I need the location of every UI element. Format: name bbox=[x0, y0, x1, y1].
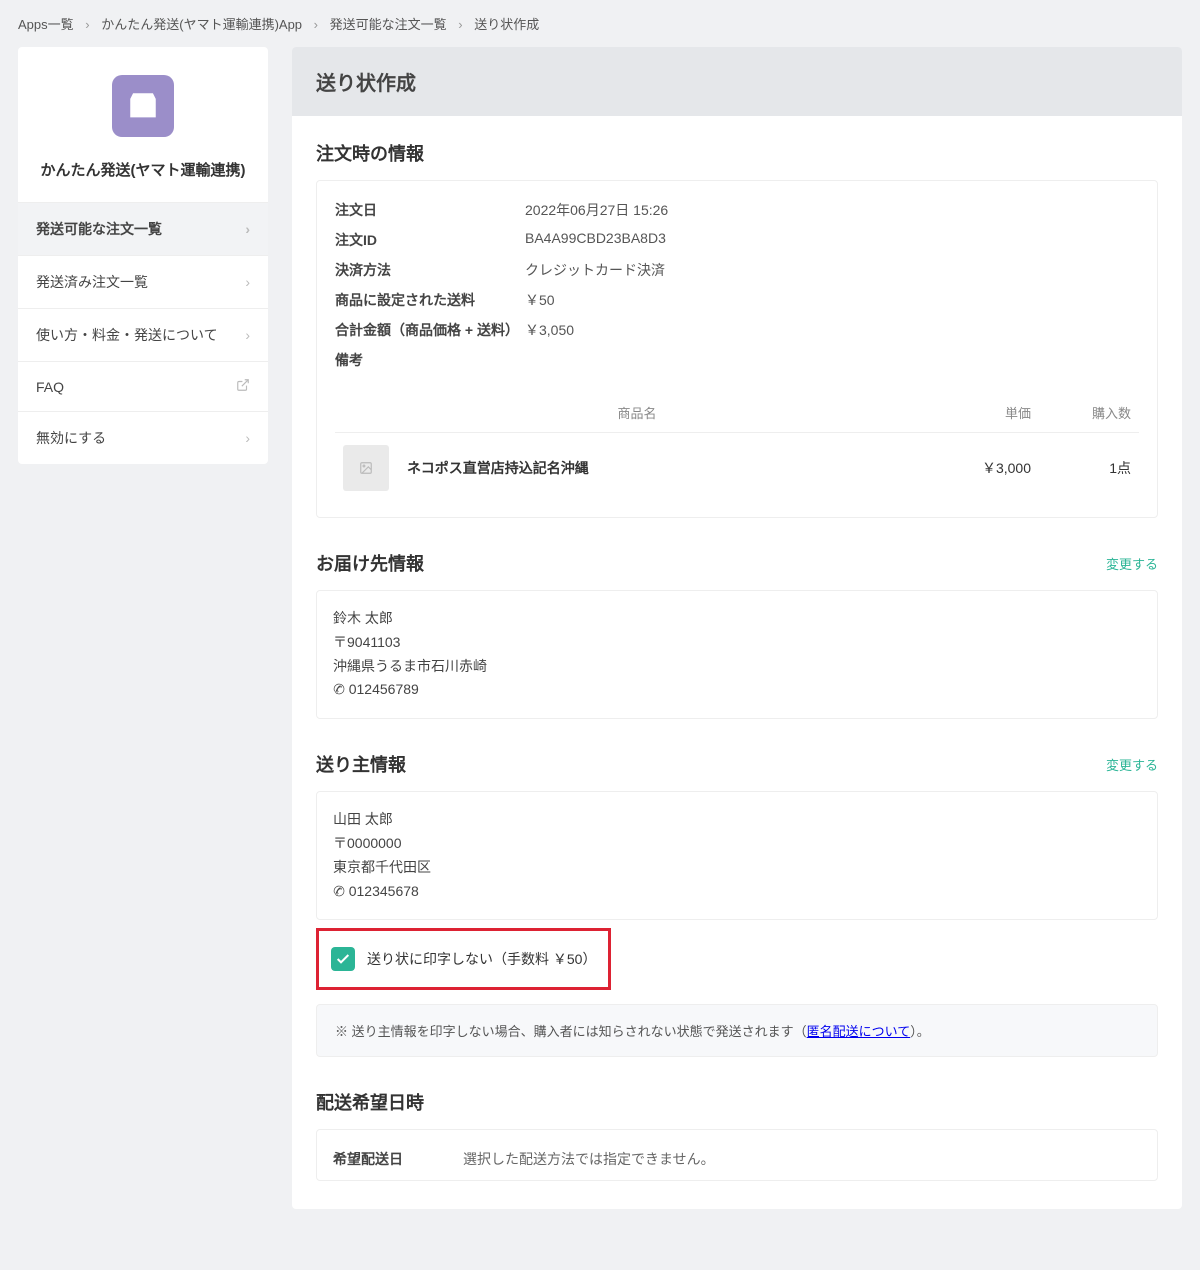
page-title: 送り状作成 bbox=[292, 47, 1182, 116]
product-table-header: 商品名 単価 購入数 bbox=[335, 393, 1139, 432]
order-info-section: 注文時の情報 注文日2022年06月27日 15:26 注文IDBA4A99CB… bbox=[292, 116, 1182, 526]
label: 注文日 bbox=[335, 200, 525, 220]
delivery-section: お届け先情報 変更する 鈴木 太郎 〒9041103 沖縄県うるま市石川赤崎 ✆… bbox=[292, 526, 1182, 727]
breadcrumb: Apps一覧 › かんたん発送(ヤマト運輸連携)App › 発送可能な注文一覧 … bbox=[0, 0, 1200, 47]
sender-title: 送り主情報 bbox=[316, 751, 406, 777]
sender-address: 山田 太郎 〒0000000 東京都千代田区 ✆012345678 bbox=[316, 791, 1158, 920]
delivery-address: 鈴木 太郎 〒9041103 沖縄県うるま市石川赤崎 ✆012456789 bbox=[316, 590, 1158, 719]
label: 商品に設定された送料 bbox=[335, 290, 525, 310]
sidebar-item-label: FAQ bbox=[36, 379, 64, 395]
label: 注文ID bbox=[335, 230, 525, 250]
postal-code: 〒9041103 bbox=[333, 631, 1141, 655]
product-qty: 1点 bbox=[1031, 458, 1131, 478]
chevron-right-icon: › bbox=[245, 327, 250, 343]
product-price: ￥3,000 bbox=[931, 458, 1031, 478]
chevron-right-icon: › bbox=[245, 430, 250, 446]
box-icon bbox=[112, 75, 174, 137]
sender-name: 山田 太郎 bbox=[333, 808, 1141, 832]
main-content: 送り状作成 注文時の情報 注文日2022年06月27日 15:26 注文IDBA… bbox=[292, 47, 1182, 1209]
breadcrumb-item[interactable]: 発送可能な注文一覧 bbox=[330, 17, 447, 32]
value: BA4A99CBD23BA8D3 bbox=[525, 230, 666, 250]
product-name: ネコポス直営店持込記名沖縄 bbox=[407, 458, 931, 478]
value: ￥3,050 bbox=[525, 320, 574, 340]
anonymous-shipping-checkbox-row[interactable]: 送り状に印字しない（手数料 ￥50） bbox=[327, 937, 600, 981]
sidebar-item-label: 発送済み注文一覧 bbox=[36, 272, 148, 292]
change-sender-link[interactable]: 変更する bbox=[1106, 755, 1158, 774]
phone-number: 012345678 bbox=[349, 883, 419, 899]
sidebar-item-label: 無効にする bbox=[36, 428, 106, 448]
address-line: 東京都千代田区 bbox=[333, 856, 1141, 880]
highlight-annotation: 送り状に印字しない（手数料 ￥50） bbox=[316, 928, 611, 990]
anonymous-note: ※ 送り主情報を印字しない場合、購入者には知らされない状態で発送されます（匿名配… bbox=[316, 1004, 1158, 1057]
chevron-right-icon: › bbox=[245, 274, 250, 290]
external-link-icon bbox=[236, 378, 250, 395]
delivery-date-title: 配送希望日時 bbox=[316, 1089, 424, 1115]
label: 備考 bbox=[335, 350, 525, 370]
phone-icon: ✆ bbox=[331, 677, 347, 703]
phone-icon: ✆ bbox=[331, 879, 347, 905]
value: 2022年06月27日 15:26 bbox=[525, 200, 668, 220]
app-logo bbox=[18, 47, 268, 149]
col-price: 単価 bbox=[931, 403, 1031, 422]
delivery-date-box: 希望配送日 選択した配送方法では指定できません。 bbox=[316, 1129, 1158, 1181]
sidebar-item-label: 発送可能な注文一覧 bbox=[36, 219, 162, 239]
note-end: ）。 bbox=[910, 1024, 930, 1039]
col-name: 商品名 bbox=[343, 403, 931, 422]
app-title: かんたん発送(ヤマト運輸連携) bbox=[18, 149, 268, 202]
chevron-right-icon: › bbox=[314, 17, 318, 32]
sidebar-item-shipped-orders[interactable]: 発送済み注文一覧 › bbox=[18, 255, 268, 308]
phone-number: 012456789 bbox=[349, 681, 419, 697]
col-qty: 購入数 bbox=[1031, 403, 1131, 422]
chevron-right-icon: › bbox=[458, 17, 462, 32]
order-info-title: 注文時の情報 bbox=[316, 140, 424, 166]
sidebar-item-usage[interactable]: 使い方・料金・発送について › bbox=[18, 308, 268, 361]
label: 希望配送日 bbox=[333, 1148, 463, 1172]
sender-section: 送り主情報 変更する 山田 太郎 〒0000000 東京都千代田区 ✆01234… bbox=[292, 727, 1182, 1065]
chevron-right-icon: › bbox=[85, 17, 89, 32]
value: 選択した配送方法では指定できません。 bbox=[463, 1148, 715, 1172]
postal-code: 〒0000000 bbox=[333, 832, 1141, 856]
product-row: ネコポス直営店持込記名沖縄 ￥3,000 1点 bbox=[335, 432, 1139, 503]
recipient-name: 鈴木 太郎 bbox=[333, 607, 1141, 631]
delivery-date-section: 配送希望日時 希望配送日 選択した配送方法では指定できません。 bbox=[292, 1065, 1182, 1189]
sidebar-item-faq[interactable]: FAQ bbox=[18, 361, 268, 411]
sidebar: かんたん発送(ヤマト運輸連携) 発送可能な注文一覧 › 発送済み注文一覧 › 使… bbox=[18, 47, 268, 464]
order-info-table: 注文日2022年06月27日 15:26 注文IDBA4A99CBD23BA8D… bbox=[316, 180, 1158, 518]
delivery-title: お届け先情報 bbox=[316, 550, 424, 576]
anonymous-shipping-link[interactable]: 匿名配送について bbox=[807, 1024, 911, 1039]
sidebar-item-disable[interactable]: 無効にする › bbox=[18, 411, 268, 464]
label: 決済方法 bbox=[335, 260, 525, 280]
sidebar-item-shippable-orders[interactable]: 発送可能な注文一覧 › bbox=[18, 202, 268, 255]
checkbox-checked-icon[interactable] bbox=[331, 947, 355, 971]
change-delivery-link[interactable]: 変更する bbox=[1106, 554, 1158, 573]
value: ￥50 bbox=[525, 290, 555, 310]
breadcrumb-item[interactable]: かんたん発送(ヤマト運輸連携)App bbox=[101, 17, 302, 32]
checkbox-label: 送り状に印字しない（手数料 ￥50） bbox=[367, 949, 596, 969]
label: 合計金額（商品価格 + 送料） bbox=[335, 320, 525, 340]
note-text: ※ 送り主情報を印字しない場合、購入者には知らされない状態で発送されます（ bbox=[335, 1024, 807, 1039]
chevron-right-icon: › bbox=[245, 221, 250, 237]
sidebar-item-label: 使い方・料金・発送について bbox=[36, 325, 218, 345]
image-placeholder-icon bbox=[343, 445, 389, 491]
breadcrumb-current: 送り状作成 bbox=[474, 17, 539, 32]
address-line: 沖縄県うるま市石川赤崎 bbox=[333, 655, 1141, 679]
value: クレジットカード決済 bbox=[525, 260, 665, 280]
breadcrumb-item[interactable]: Apps一覧 bbox=[18, 17, 74, 32]
